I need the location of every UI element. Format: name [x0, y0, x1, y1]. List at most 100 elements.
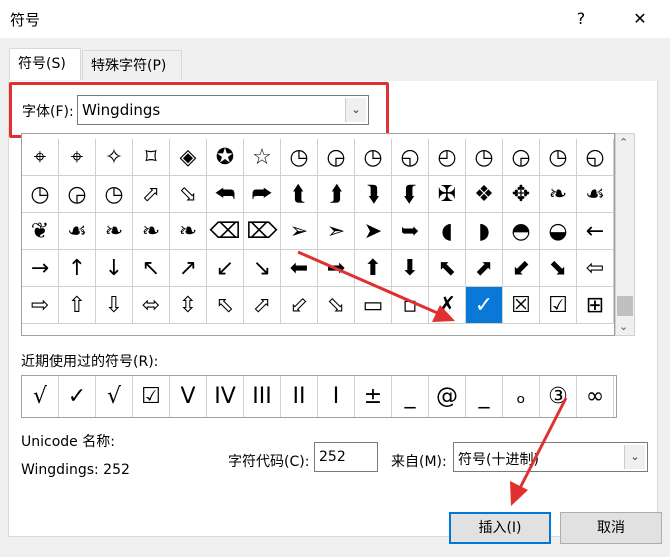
chevron-down-icon[interactable]: ⌄ [624, 445, 645, 469]
symbol-cell[interactable]: ➤ [355, 213, 392, 250]
symbol-cell[interactable]: ↑ [59, 250, 96, 287]
scroll-down-icon[interactable]: ⌄ [619, 320, 628, 333]
scrollbar-thumb[interactable] [617, 296, 633, 316]
symbol-cell[interactable]: ➢ [281, 213, 318, 250]
symbol-cell[interactable]: ◶ [318, 139, 355, 176]
symbol-cell[interactable]: ✧ [96, 139, 133, 176]
symbol-cell[interactable]: ⮮ [392, 176, 429, 213]
recent-symbol-cell[interactable]: √ [22, 376, 59, 417]
symbol-cell[interactable]: ➣ [318, 213, 355, 250]
symbol-cell[interactable]: ◶ [59, 176, 96, 213]
symbol-cell[interactable]: ◷ [96, 176, 133, 213]
recent-symbol-cell[interactable]: ₒ [503, 376, 540, 417]
recent-symbol-cell[interactable]: ③ [540, 376, 577, 417]
symbol-cell[interactable]: ◈ [170, 139, 207, 176]
symbol-cell[interactable]: ⬂ [170, 176, 207, 213]
symbol-cell[interactable]: ◵ [577, 139, 614, 176]
symbol-cell[interactable]: ❧ [96, 213, 133, 250]
symbol-cell[interactable]: ⬋ [503, 250, 540, 287]
symbol-cell[interactable]: ◷ [281, 139, 318, 176]
symbol-cell[interactable]: ❖ [466, 176, 503, 213]
symbol-cell[interactable]: ⌦ [244, 213, 281, 250]
symbol-cell[interactable]: ⬃ [281, 287, 318, 324]
char-code-input[interactable]: 252 [314, 442, 378, 472]
symbol-cell[interactable]: ← [577, 213, 614, 250]
symbol-cell[interactable]: ◗ [466, 213, 503, 250]
symbol-cell[interactable]: ⇳ [170, 287, 207, 324]
symbol-cell[interactable]: ⬁ [207, 287, 244, 324]
tab-special-characters[interactable]: 特殊字符(P) [82, 50, 182, 80]
recent-symbol-cell[interactable]: ∞ [577, 376, 614, 417]
symbol-grid[interactable]: ⌖ ⌖ ✧ ⌑ ◈ ✪ ☆ ◷ ◶ ◷ ◵ ◴ ◷ ◶ ◷ ◵ ◷ ◶ ◷ ⬀ ⬂ ⮪ ⮫ ⮬ ⮭ ⮯ ⮮ ✠ ❖ ✥ ❧ ☙ ❦ ☙ ❧ ❧ ❧ ⌫ ⌦ ➢… [21, 133, 615, 336]
recent-symbol-cell[interactable]: √ [96, 376, 133, 417]
symbol-cell[interactable]: ⌖ [22, 139, 59, 176]
symbol-cell[interactable]: ⬇ [392, 250, 429, 287]
recent-symbol-cell[interactable]: II [281, 376, 318, 417]
cancel-button[interactable]: 取消 [560, 512, 662, 544]
symbol-cell[interactable]: ✥ [503, 176, 540, 213]
symbol-cell[interactable]: ❧ [133, 213, 170, 250]
symbol-cell[interactable]: ↗ [170, 250, 207, 287]
symbol-cell[interactable]: ◶ [503, 139, 540, 176]
recent-symbol-cell[interactable]: IV [207, 376, 244, 417]
symbol-cell[interactable]: ⬂ [318, 287, 355, 324]
symbol-cell[interactable]: ⌖ [59, 139, 96, 176]
symbol-cell[interactable]: ◓ [503, 213, 540, 250]
symbol-cell[interactable]: ⬀ [244, 287, 281, 324]
symbol-cell[interactable]: ↖ [133, 250, 170, 287]
recent-symbols-row[interactable]: √ ✓ √ ☑ V IV III II I ± _ @ _ ₒ ③ ∞ [21, 375, 617, 418]
chevron-down-icon[interactable]: ⌄ [345, 98, 366, 122]
symbol-cell[interactable]: ✪ [207, 139, 244, 176]
recent-symbol-cell[interactable]: @ [429, 376, 466, 417]
symbol-cell[interactable]: ◵ [392, 139, 429, 176]
symbol-cell[interactable]: ▫ [392, 287, 429, 324]
insert-button[interactable]: 插入(I) [449, 512, 551, 544]
symbol-cell[interactable]: ◷ [355, 139, 392, 176]
symbol-cell[interactable]: ⌫ [207, 213, 244, 250]
from-dropdown[interactable]: 符号(十进制) ⌄ [453, 442, 648, 472]
recent-symbol-cell[interactable]: I [318, 376, 355, 417]
symbol-cell[interactable]: ❧ [170, 213, 207, 250]
symbol-cell[interactable]: ▭ [355, 287, 392, 324]
symbol-cell[interactable]: ⇩ [96, 287, 133, 324]
recent-symbol-cell[interactable]: _ [466, 376, 503, 417]
symbol-cell[interactable]: ◷ [540, 139, 577, 176]
symbol-cell[interactable]: ✠ [429, 176, 466, 213]
symbol-cell[interactable]: ↙ [207, 250, 244, 287]
symbol-cell[interactable]: ➡ [318, 250, 355, 287]
help-button[interactable]: ? [566, 6, 596, 32]
recent-symbol-cell[interactable]: III [244, 376, 281, 417]
symbol-cell[interactable]: ◖ [429, 213, 466, 250]
symbol-cell[interactable]: ⬄ [133, 287, 170, 324]
symbol-cell[interactable]: ❧ [540, 176, 577, 213]
symbol-cell[interactable]: ⮯ [355, 176, 392, 213]
symbol-cell[interactable]: ◷ [22, 176, 59, 213]
symbol-cell[interactable]: ☆ [244, 139, 281, 176]
symbol-cell[interactable]: ◴ [429, 139, 466, 176]
symbol-cell[interactable]: ⬆ [355, 250, 392, 287]
symbol-cell[interactable]: ↓ [96, 250, 133, 287]
symbol-cell[interactable]: ⊞ [577, 287, 614, 324]
symbol-cell[interactable]: ☒ [503, 287, 540, 324]
scroll-up-icon[interactable]: ⌃ [619, 136, 628, 149]
symbol-cell[interactable]: ⬈ [466, 250, 503, 287]
close-button[interactable]: ✕ [625, 6, 655, 32]
recent-symbol-cell[interactable]: V [170, 376, 207, 417]
symbol-cell[interactable]: ⇧ [59, 287, 96, 324]
symbol-cell[interactable]: ➥ [392, 213, 429, 250]
symbol-cell[interactable]: ⇦ [577, 250, 614, 287]
symbol-cell[interactable]: ☙ [577, 176, 614, 213]
tab-symbols[interactable]: 符号(S) [9, 48, 81, 80]
symbol-cell[interactable]: ⮪ [207, 176, 244, 213]
symbol-cell[interactable]: ✗ [429, 287, 466, 324]
recent-symbol-cell[interactable]: _ [392, 376, 429, 417]
symbol-cell[interactable]: ⌑ [133, 139, 170, 176]
symbol-cell[interactable]: ↘ [244, 250, 281, 287]
recent-symbol-cell[interactable]: ☑ [133, 376, 170, 417]
symbol-cell[interactable]: ⬅ [281, 250, 318, 287]
symbol-cell[interactable]: ⬀ [133, 176, 170, 213]
symbol-cell[interactable]: ✓ [466, 287, 503, 324]
symbol-cell[interactable]: ⬉ [429, 250, 466, 287]
symbol-cell[interactable]: → [22, 250, 59, 287]
symbol-cell[interactable]: ❦ [22, 213, 59, 250]
